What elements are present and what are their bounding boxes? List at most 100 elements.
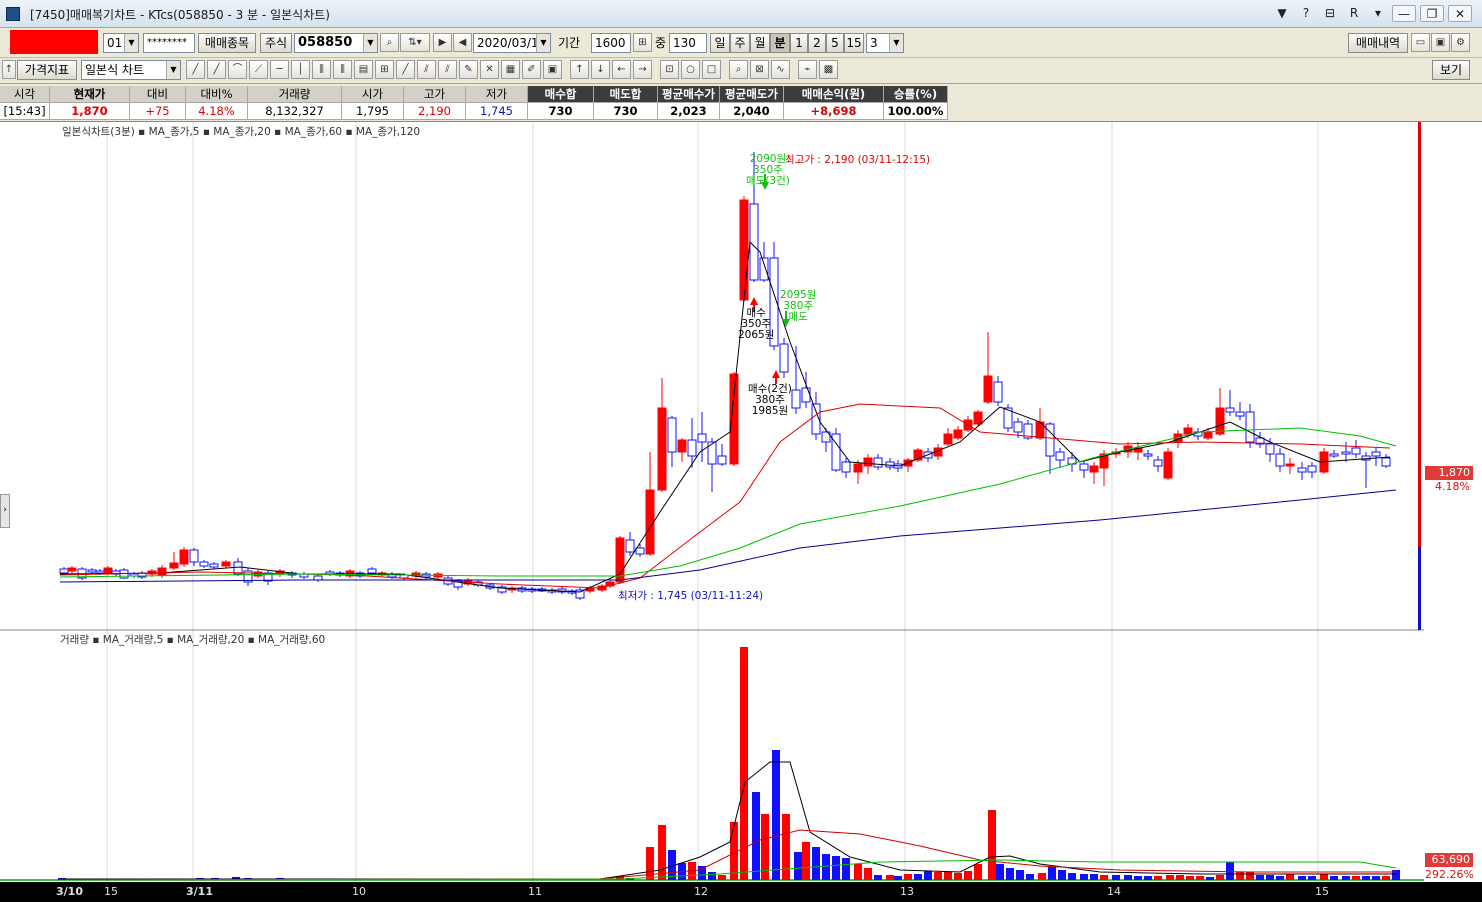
volume-bar bbox=[1216, 875, 1224, 880]
candle-body bbox=[943, 433, 953, 445]
low-annotation: 최저가 : 1,745 (03/11-11:24) bbox=[618, 590, 764, 602]
draw-tool-icon[interactable]: ╱ bbox=[186, 60, 205, 79]
asset-type-button[interactable]: 주식 bbox=[260, 33, 292, 53]
menu-icon[interactable]: ▼ bbox=[1272, 5, 1292, 22]
draw-tool-icon[interactable]: ⫼ bbox=[333, 60, 352, 79]
candle-body bbox=[973, 411, 983, 425]
draw-tool-icon[interactable]: ∿ bbox=[771, 60, 790, 79]
table-cell: 1,795 bbox=[342, 103, 404, 120]
chevron-down-icon[interactable]: ▼ bbox=[124, 34, 138, 52]
trade-stock-button[interactable]: 매매종목 bbox=[198, 33, 256, 53]
tf-2-button[interactable]: 2 bbox=[808, 33, 826, 53]
date-input[interactable]: 2020/03/11 ▼ bbox=[473, 33, 551, 53]
draw-tool-icon[interactable]: ↓ bbox=[591, 60, 610, 79]
draw-tool-icon[interactable]: ⫼ bbox=[312, 60, 331, 79]
candle-body bbox=[1163, 451, 1173, 479]
chevron-down-icon[interactable]: ▼ bbox=[536, 34, 550, 52]
vol-ma20-line bbox=[59, 829, 1396, 881]
draw-tool-icon[interactable]: ⌒ bbox=[228, 60, 247, 79]
close-button[interactable]: ✕ bbox=[1448, 5, 1472, 22]
volume-bar bbox=[658, 825, 666, 880]
password-field[interactable]: ******** bbox=[143, 33, 195, 53]
volume-bar bbox=[1226, 862, 1234, 880]
save-icon[interactable]: ▣ bbox=[1431, 33, 1450, 52]
period-input[interactable]: 1600 bbox=[591, 33, 631, 53]
candle-body bbox=[749, 203, 759, 281]
chevron-down-icon[interactable]: ▼ bbox=[166, 61, 180, 79]
chart-area: 일본식차트(3분) ▪ MA_종가,5 ▪ MA_종가,20 ▪ MA_종가,6… bbox=[0, 121, 1482, 902]
draw-tool-icon[interactable]: ╱ bbox=[207, 60, 226, 79]
account-no-select[interactable]: 01 ▼ bbox=[103, 33, 139, 53]
help-icon[interactable]: ? bbox=[1296, 5, 1316, 22]
table-cell: 2,190 bbox=[404, 103, 466, 120]
draw-tool-icon[interactable]: ▤ bbox=[354, 60, 373, 79]
draw-tool-icon[interactable]: ✎ bbox=[459, 60, 478, 79]
side-panel-toggle[interactable]: › bbox=[0, 494, 10, 528]
draw-tool-icon[interactable]: ─ bbox=[270, 60, 289, 79]
view-button[interactable]: 보기 bbox=[1432, 60, 1470, 80]
draw-tool-icon[interactable]: ↑ bbox=[570, 60, 589, 79]
settings-icon[interactable]: ⚙ bbox=[1451, 33, 1470, 52]
app-window: [7450]매매복기차트 - KTcs(058850 - 3 분 - 일본식차트… bbox=[0, 0, 1482, 902]
draw-tool-icon[interactable]: ⫽ bbox=[417, 60, 436, 79]
draw-tool-icon[interactable]: ╱ bbox=[396, 60, 415, 79]
indicator-button[interactable]: 가격지표 bbox=[17, 60, 77, 80]
tf-15-button[interactable]: 15 bbox=[844, 33, 864, 53]
sort-icon[interactable]: ⇅▾ bbox=[400, 33, 430, 52]
arrow-up-icon[interactable]: ↑ bbox=[2, 60, 16, 79]
draw-tool-icon[interactable]: ✕ bbox=[480, 60, 499, 79]
dropdown-icon[interactable]: ▾ bbox=[1368, 5, 1388, 22]
tf-week-button[interactable]: 주 bbox=[730, 33, 750, 53]
draw-tool-icon[interactable]: ⊞ bbox=[375, 60, 394, 79]
draw-tool-icon[interactable]: │ bbox=[291, 60, 310, 79]
table-header: 평균매도가 bbox=[720, 86, 784, 103]
prev-icon[interactable]: ◀ bbox=[453, 33, 472, 52]
tf-minute-button[interactable]: 분 bbox=[770, 33, 790, 53]
table-header: 대비 bbox=[130, 86, 186, 103]
chevron-down-icon[interactable]: ▼ bbox=[889, 34, 903, 52]
chevron-down-icon[interactable]: ▼ bbox=[363, 34, 377, 52]
r-icon[interactable]: R bbox=[1344, 5, 1364, 22]
chart-type-select[interactable]: 일본식 차트 ▼ bbox=[81, 60, 181, 80]
draw-tool-icon[interactable]: ⊡ bbox=[660, 60, 679, 79]
table-cell: 2,023 bbox=[658, 103, 720, 120]
minimize-button[interactable]: — bbox=[1392, 5, 1416, 22]
draw-tool-icon[interactable]: ⊠ bbox=[750, 60, 769, 79]
restore-button[interactable]: ❐ bbox=[1420, 5, 1444, 22]
tf-5-button[interactable]: 5 bbox=[826, 33, 844, 53]
draw-tool-icon[interactable]: ← bbox=[612, 60, 631, 79]
candle-body bbox=[717, 455, 727, 465]
tf-1-button[interactable]: 1 bbox=[790, 33, 808, 53]
draw-tool-icon[interactable]: □ bbox=[702, 60, 721, 79]
draw-tool-icon[interactable]: ✐ bbox=[522, 60, 541, 79]
draw-tool-icon[interactable]: ⟋ bbox=[249, 60, 268, 79]
history-button[interactable]: 매매내역 bbox=[1348, 33, 1408, 53]
table-cell: 4.18% bbox=[186, 103, 248, 120]
table-header: 매도합 bbox=[594, 86, 658, 103]
tf-custom-select[interactable]: 3 ▼ bbox=[866, 33, 904, 53]
search-icon[interactable]: ⌕ bbox=[380, 33, 399, 52]
candle-body bbox=[313, 575, 323, 581]
overlap-label: 중 bbox=[655, 36, 667, 50]
grid-icon[interactable]: ⊞ bbox=[633, 33, 652, 52]
draw-tool-icon[interactable]: ▦ bbox=[501, 60, 520, 79]
volume-bar bbox=[718, 875, 726, 880]
next-icon[interactable]: ▶ bbox=[433, 33, 452, 52]
candle-body bbox=[779, 343, 789, 373]
draw-tool-icon[interactable]: ⌁ bbox=[798, 60, 817, 79]
draw-tool-icon[interactable]: ⌕ bbox=[729, 60, 748, 79]
candle-body bbox=[1153, 459, 1163, 467]
layout-icon[interactable]: ⊟ bbox=[1320, 5, 1340, 22]
stock-code-input[interactable]: 058850 ▼ bbox=[294, 33, 378, 53]
window-title: [7450]매매복기차트 - KTcs(058850 - 3 분 - 일본식차트… bbox=[30, 8, 330, 22]
draw-tool-icon[interactable]: → bbox=[633, 60, 652, 79]
tf-day-button[interactable]: 일 bbox=[710, 33, 730, 53]
tf-month-button[interactable]: 월 bbox=[750, 33, 770, 53]
draw-tool-icon[interactable]: ⫽ bbox=[438, 60, 457, 79]
volume-bar bbox=[1080, 874, 1088, 880]
draw-tool-icon[interactable]: ○ bbox=[681, 60, 700, 79]
draw-tool-icon[interactable]: ▩ bbox=[819, 60, 838, 79]
draw-tool-icon[interactable]: ▣ bbox=[543, 60, 562, 79]
overlap-input[interactable]: 130 bbox=[669, 33, 707, 53]
open-icon[interactable]: ▭ bbox=[1411, 33, 1430, 52]
